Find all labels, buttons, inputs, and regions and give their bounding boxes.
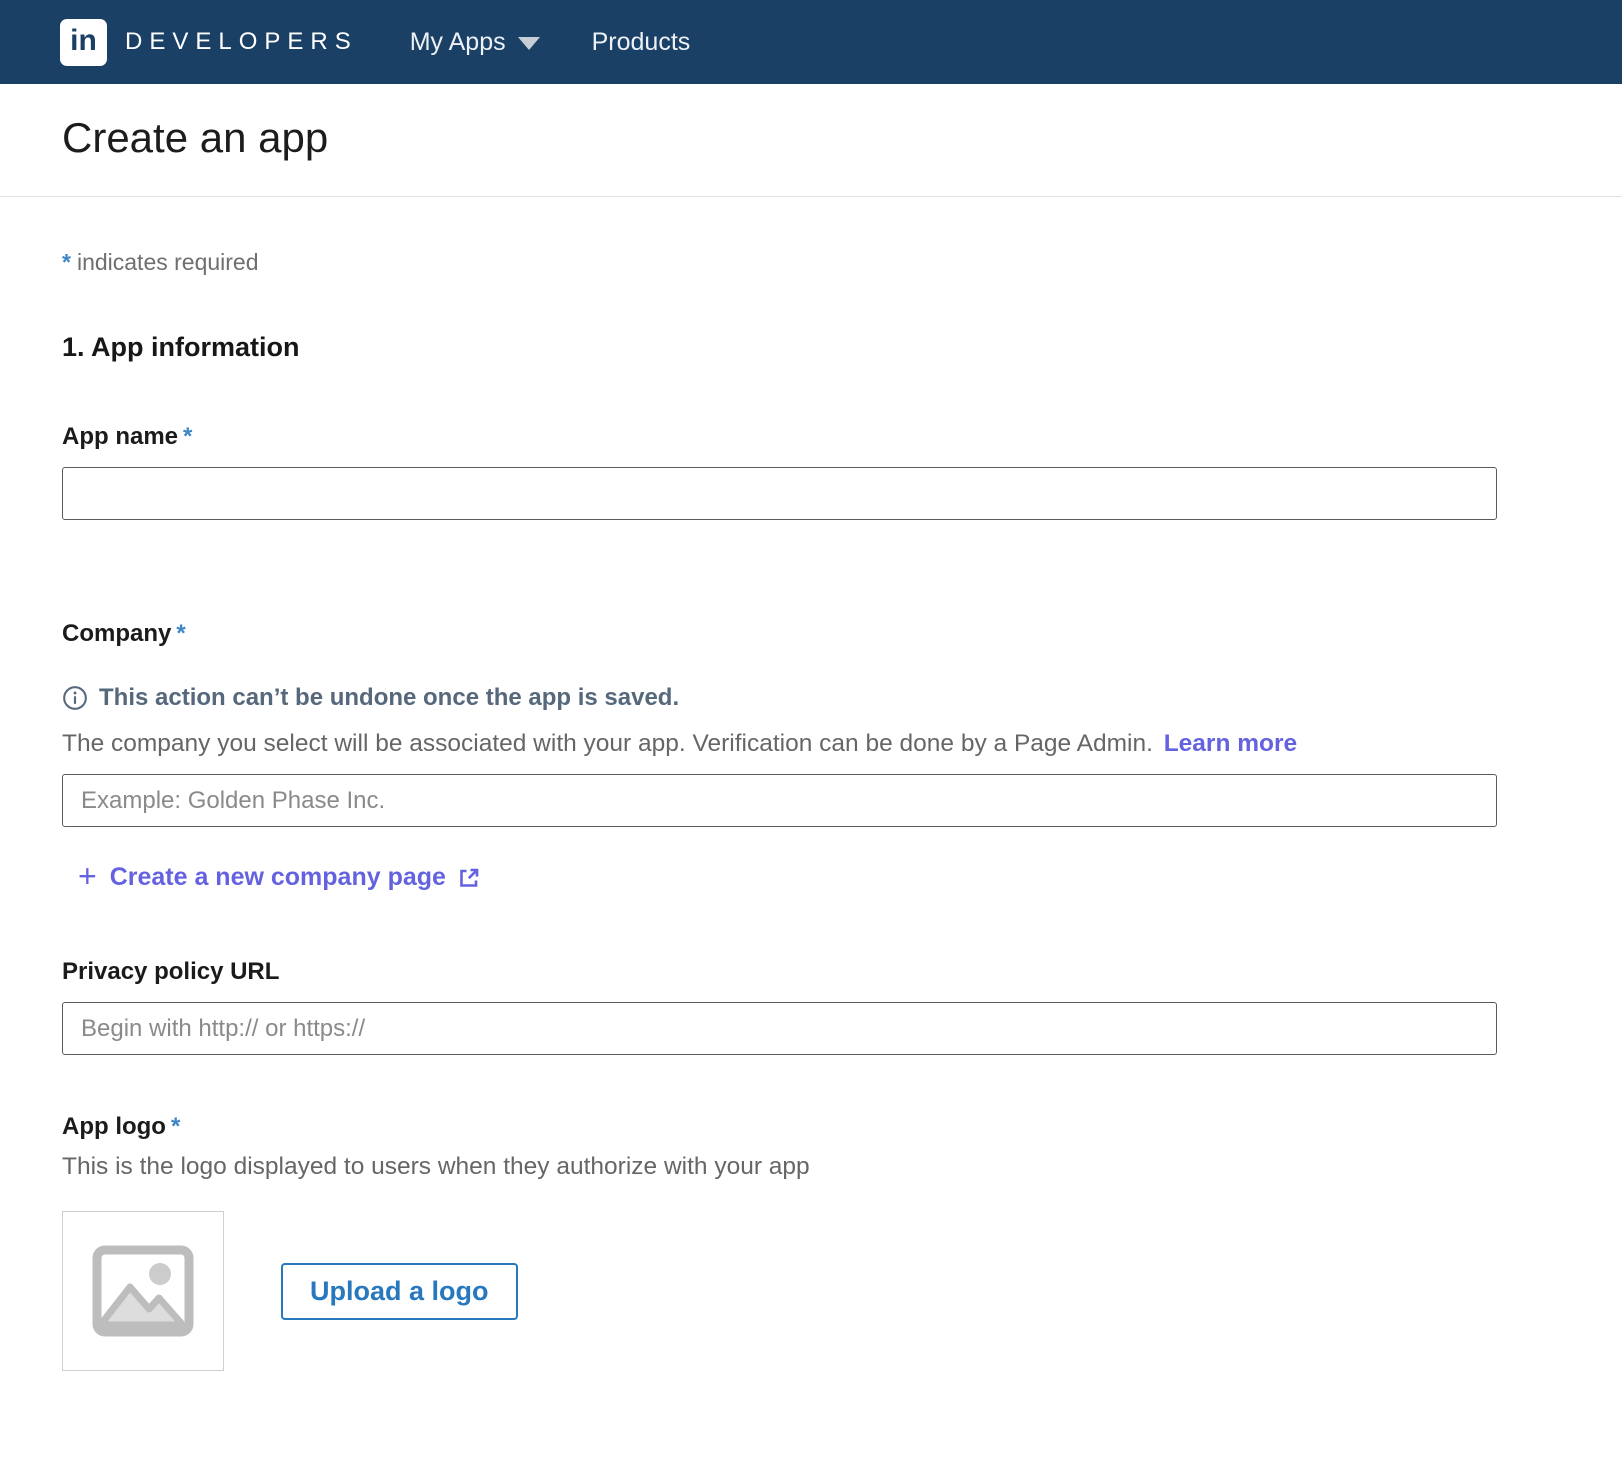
create-company-page-link[interactable]: + Create a new company page bbox=[78, 863, 1497, 892]
linkedin-logo-text: in bbox=[70, 26, 97, 56]
nav-my-apps[interactable]: My Apps bbox=[410, 28, 540, 57]
app-logo-upload-row: Upload a logo bbox=[62, 1211, 1497, 1371]
nav-products-label: Products bbox=[592, 28, 691, 57]
company-warning-text: This action can’t be undone once the app… bbox=[99, 684, 679, 712]
chevron-down-icon bbox=[518, 37, 540, 50]
app-name-label: App name* bbox=[62, 423, 1497, 451]
info-circle-icon bbox=[62, 685, 88, 711]
company-description: The company you select will be associate… bbox=[62, 730, 1497, 758]
app-logo-required-asterisk: * bbox=[171, 1113, 180, 1140]
privacy-policy-input[interactable] bbox=[62, 1002, 1497, 1055]
upload-logo-button[interactable]: Upload a logo bbox=[281, 1263, 518, 1320]
required-note-text: indicates required bbox=[77, 249, 259, 275]
image-placeholder-icon bbox=[92, 1245, 194, 1337]
required-note: *indicates required bbox=[62, 249, 1497, 276]
external-link-icon bbox=[457, 866, 481, 890]
app-logo-label: App logo* bbox=[62, 1113, 1497, 1141]
required-asterisk: * bbox=[62, 249, 71, 275]
brand-developers[interactable]: DEVELOPERS bbox=[125, 28, 358, 56]
company-required-asterisk: * bbox=[176, 620, 185, 647]
app-logo-description: This is the logo displayed to users when… bbox=[62, 1153, 1497, 1181]
company-input[interactable] bbox=[62, 774, 1497, 827]
top-navbar: in DEVELOPERS My Apps Products bbox=[0, 0, 1622, 84]
page-title: Create an app bbox=[62, 114, 1560, 162]
app-logo-preview bbox=[62, 1211, 224, 1371]
nav-my-apps-label: My Apps bbox=[410, 28, 506, 57]
company-label: Company* bbox=[62, 620, 1497, 648]
app-name-required-asterisk: * bbox=[183, 423, 192, 450]
page-header: Create an app bbox=[0, 84, 1622, 197]
learn-more-link[interactable]: Learn more bbox=[1164, 730, 1297, 757]
create-app-form: *indicates required 1. App information A… bbox=[0, 249, 1622, 1371]
section-app-information: 1. App information bbox=[62, 332, 1497, 363]
primary-nav: My Apps Products bbox=[410, 28, 743, 57]
nav-products[interactable]: Products bbox=[592, 28, 691, 57]
plus-icon: + bbox=[78, 860, 97, 892]
company-warning: This action can’t be undone once the app… bbox=[62, 684, 1497, 712]
privacy-policy-label: Privacy policy URL bbox=[62, 958, 1497, 986]
app-name-input[interactable] bbox=[62, 467, 1497, 520]
create-company-page-label: Create a new company page bbox=[110, 863, 446, 892]
linkedin-logo-icon[interactable]: in bbox=[60, 19, 107, 66]
